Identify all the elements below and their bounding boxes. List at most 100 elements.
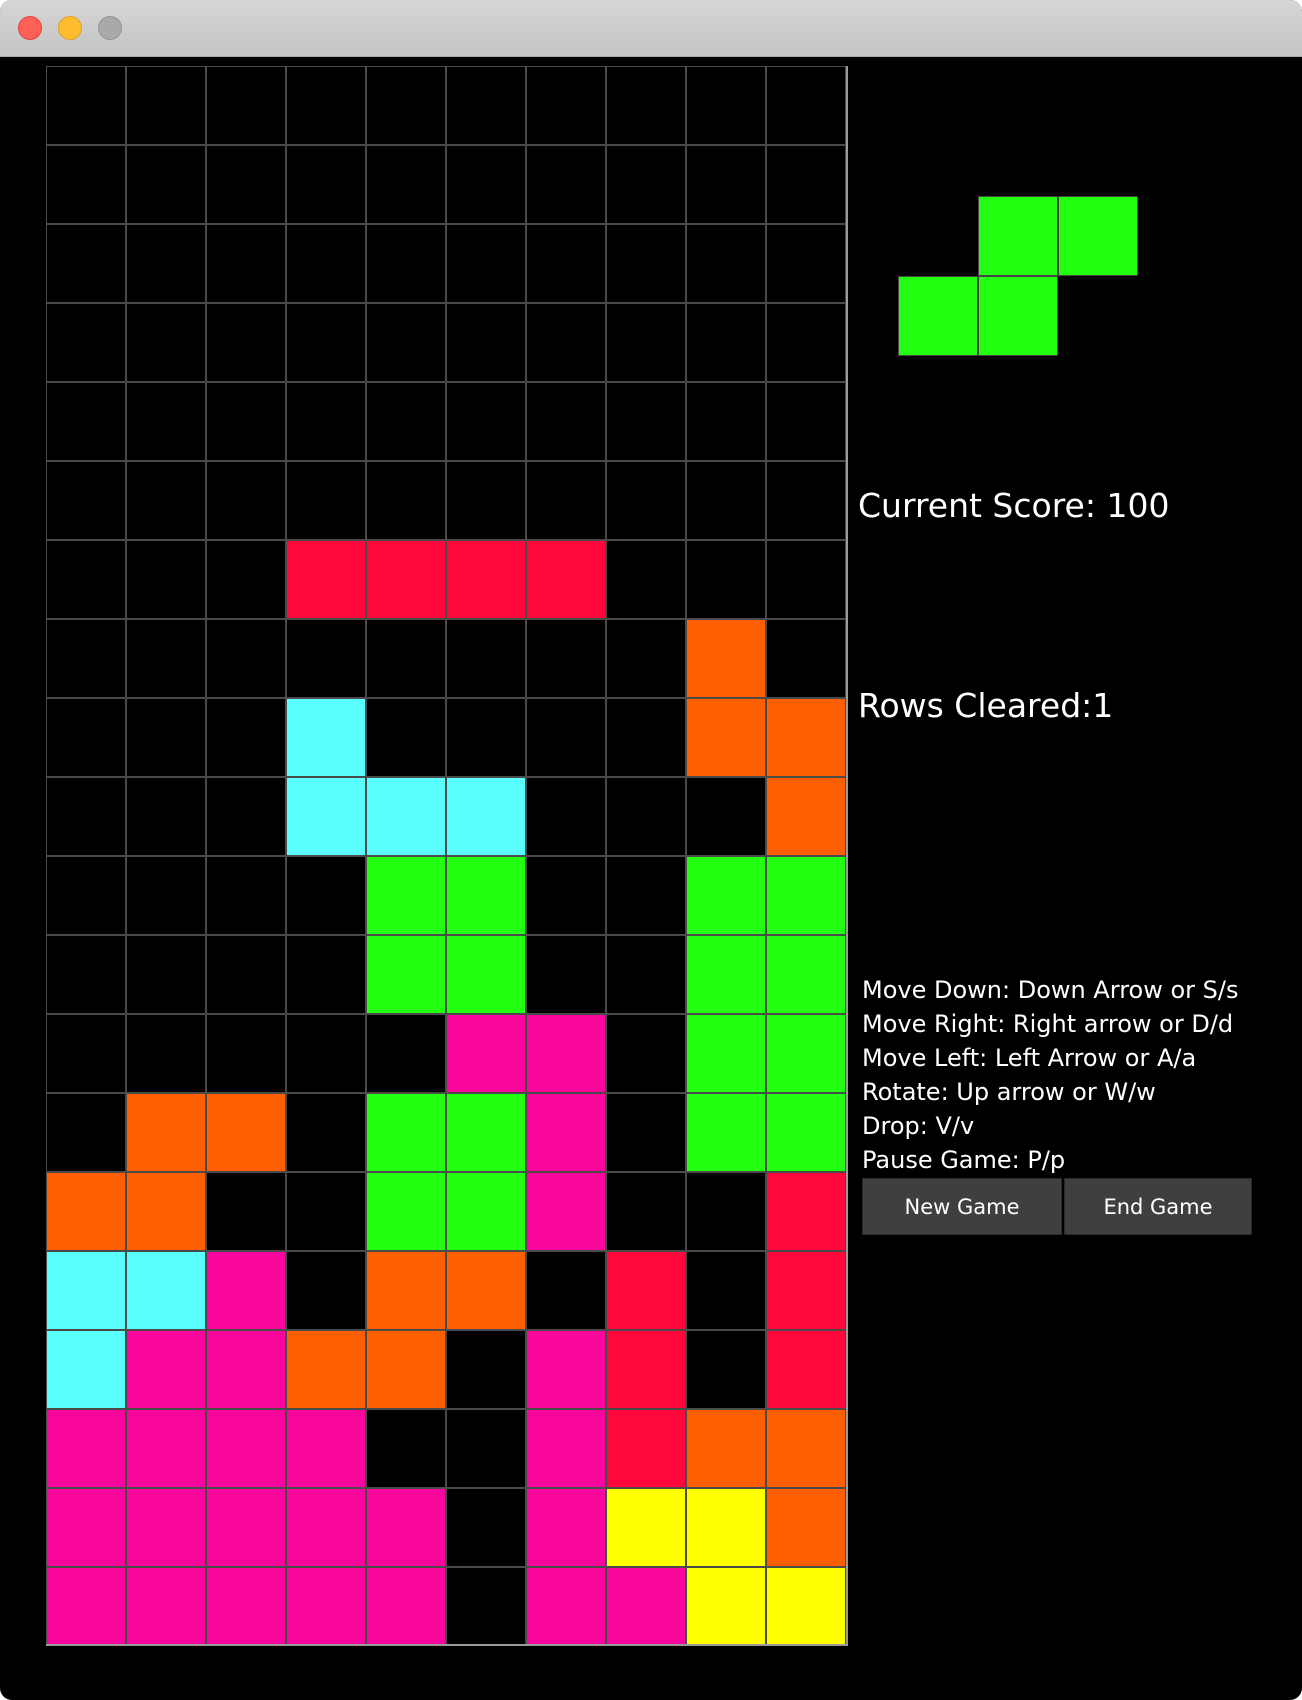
board-cell-empty xyxy=(606,698,686,777)
minimize-window-icon[interactable] xyxy=(58,16,82,40)
board-cell-empty xyxy=(526,777,606,856)
board-cell-empty xyxy=(686,145,766,224)
board-cell-empty xyxy=(446,382,526,461)
board-cell-block xyxy=(686,1567,766,1646)
board-cell-empty xyxy=(446,145,526,224)
board-cell-block xyxy=(46,1251,126,1330)
help-line-move-down: Move Down: Down Arrow or S/s xyxy=(862,976,1239,1004)
board-cell-block xyxy=(766,1567,846,1646)
board-cell-empty xyxy=(286,935,366,1014)
board-cell-empty xyxy=(286,461,366,540)
board-cell-empty xyxy=(46,698,126,777)
board-cell-empty xyxy=(446,619,526,698)
board-cell-empty xyxy=(606,461,686,540)
board-cell-empty xyxy=(286,303,366,382)
board-cell-block xyxy=(126,1567,206,1646)
board-cell-block xyxy=(46,1330,126,1409)
help-line-rotate: Rotate: Up arrow or W/w xyxy=(862,1078,1156,1106)
board-cell-block xyxy=(526,540,606,619)
board-cell-empty xyxy=(46,540,126,619)
board-cell-empty xyxy=(446,66,526,145)
board-cell-empty xyxy=(206,619,286,698)
board-cell-block xyxy=(206,1093,286,1172)
board-cell-empty xyxy=(366,224,446,303)
board-cell-empty xyxy=(766,66,846,145)
board-cell-empty xyxy=(606,145,686,224)
end-game-button[interactable]: End Game xyxy=(1064,1178,1252,1235)
board-cell-block xyxy=(686,698,766,777)
controls-help: Move Down: Down Arrow or S/s Move Right:… xyxy=(862,973,1239,1177)
board-cell-block xyxy=(766,856,846,935)
board-cell-block xyxy=(526,1093,606,1172)
help-line-move-left: Move Left: Left Arrow or A/a xyxy=(862,1044,1197,1072)
board-cell-empty xyxy=(366,1014,446,1093)
board-cell-block xyxy=(766,1172,846,1251)
board-cell-empty xyxy=(286,1093,366,1172)
board-cell-block xyxy=(126,1172,206,1251)
board-cell-block xyxy=(606,1409,686,1488)
board-cell-empty xyxy=(286,66,366,145)
board-cell-block xyxy=(126,1330,206,1409)
board-cell-block xyxy=(526,1172,606,1251)
board-cell-empty xyxy=(126,461,206,540)
board-cell-empty xyxy=(686,540,766,619)
board-cell-empty xyxy=(126,935,206,1014)
board-cell-block xyxy=(686,856,766,935)
board-cell-empty xyxy=(46,303,126,382)
board-cell-empty xyxy=(286,856,366,935)
board-cell-empty xyxy=(766,224,846,303)
board-cell-empty xyxy=(206,145,286,224)
board-cell-empty xyxy=(606,1093,686,1172)
board-cell-empty xyxy=(686,66,766,145)
board-cell-block xyxy=(606,1567,686,1646)
board-cell-block xyxy=(206,1567,286,1646)
title-bar[interactable] xyxy=(0,0,1302,57)
board-cell-block xyxy=(686,1093,766,1172)
board-cell-block xyxy=(206,1488,286,1567)
game-window: Current Score: 100 Rows Cleared:1 Move D… xyxy=(0,0,1302,1700)
board-cell-empty xyxy=(126,698,206,777)
board-cell-block xyxy=(126,1251,206,1330)
board-cell-block xyxy=(206,1330,286,1409)
board-cell-empty xyxy=(46,66,126,145)
next-piece-preview xyxy=(898,196,1138,356)
board-cell-block xyxy=(766,1488,846,1567)
board-cell-empty xyxy=(206,382,286,461)
board-cell-empty xyxy=(686,224,766,303)
board-cell-empty xyxy=(446,224,526,303)
board-cell-block xyxy=(366,1488,446,1567)
maximize-window-icon[interactable] xyxy=(98,16,122,40)
board-border-right xyxy=(846,66,848,1646)
board-border-bottom xyxy=(46,1644,848,1646)
board-cell-empty xyxy=(126,777,206,856)
board-cell-empty xyxy=(526,856,606,935)
board-cell-empty xyxy=(526,303,606,382)
board-cell-empty xyxy=(286,619,366,698)
close-window-icon[interactable] xyxy=(18,16,42,40)
board-cell-empty xyxy=(606,777,686,856)
board-cell-empty xyxy=(366,698,446,777)
board-cell-block xyxy=(446,1172,526,1251)
board-cell-empty xyxy=(526,1251,606,1330)
new-game-button[interactable]: New Game xyxy=(862,1178,1062,1235)
board-cell-empty xyxy=(606,66,686,145)
board-cell-empty xyxy=(366,66,446,145)
board-cell-block xyxy=(366,1567,446,1646)
board-cell-empty xyxy=(686,303,766,382)
board-cell-empty xyxy=(126,1014,206,1093)
board-cell-block xyxy=(46,1567,126,1646)
board-cell-block xyxy=(766,1409,846,1488)
board-cell-empty xyxy=(286,1172,366,1251)
board-cell-block xyxy=(286,1330,366,1409)
board-cell-empty xyxy=(606,1172,686,1251)
board-cell-empty xyxy=(366,303,446,382)
board-cell-block xyxy=(526,1409,606,1488)
board-cell-block xyxy=(526,1014,606,1093)
board-cell-block xyxy=(366,1172,446,1251)
next-piece-cell xyxy=(1058,196,1138,276)
current-score: Current Score: 100 xyxy=(858,486,1170,525)
board-cell-block xyxy=(766,1251,846,1330)
board-cell-empty xyxy=(286,382,366,461)
board-cell-empty xyxy=(206,1014,286,1093)
board-cell-block xyxy=(126,1409,206,1488)
